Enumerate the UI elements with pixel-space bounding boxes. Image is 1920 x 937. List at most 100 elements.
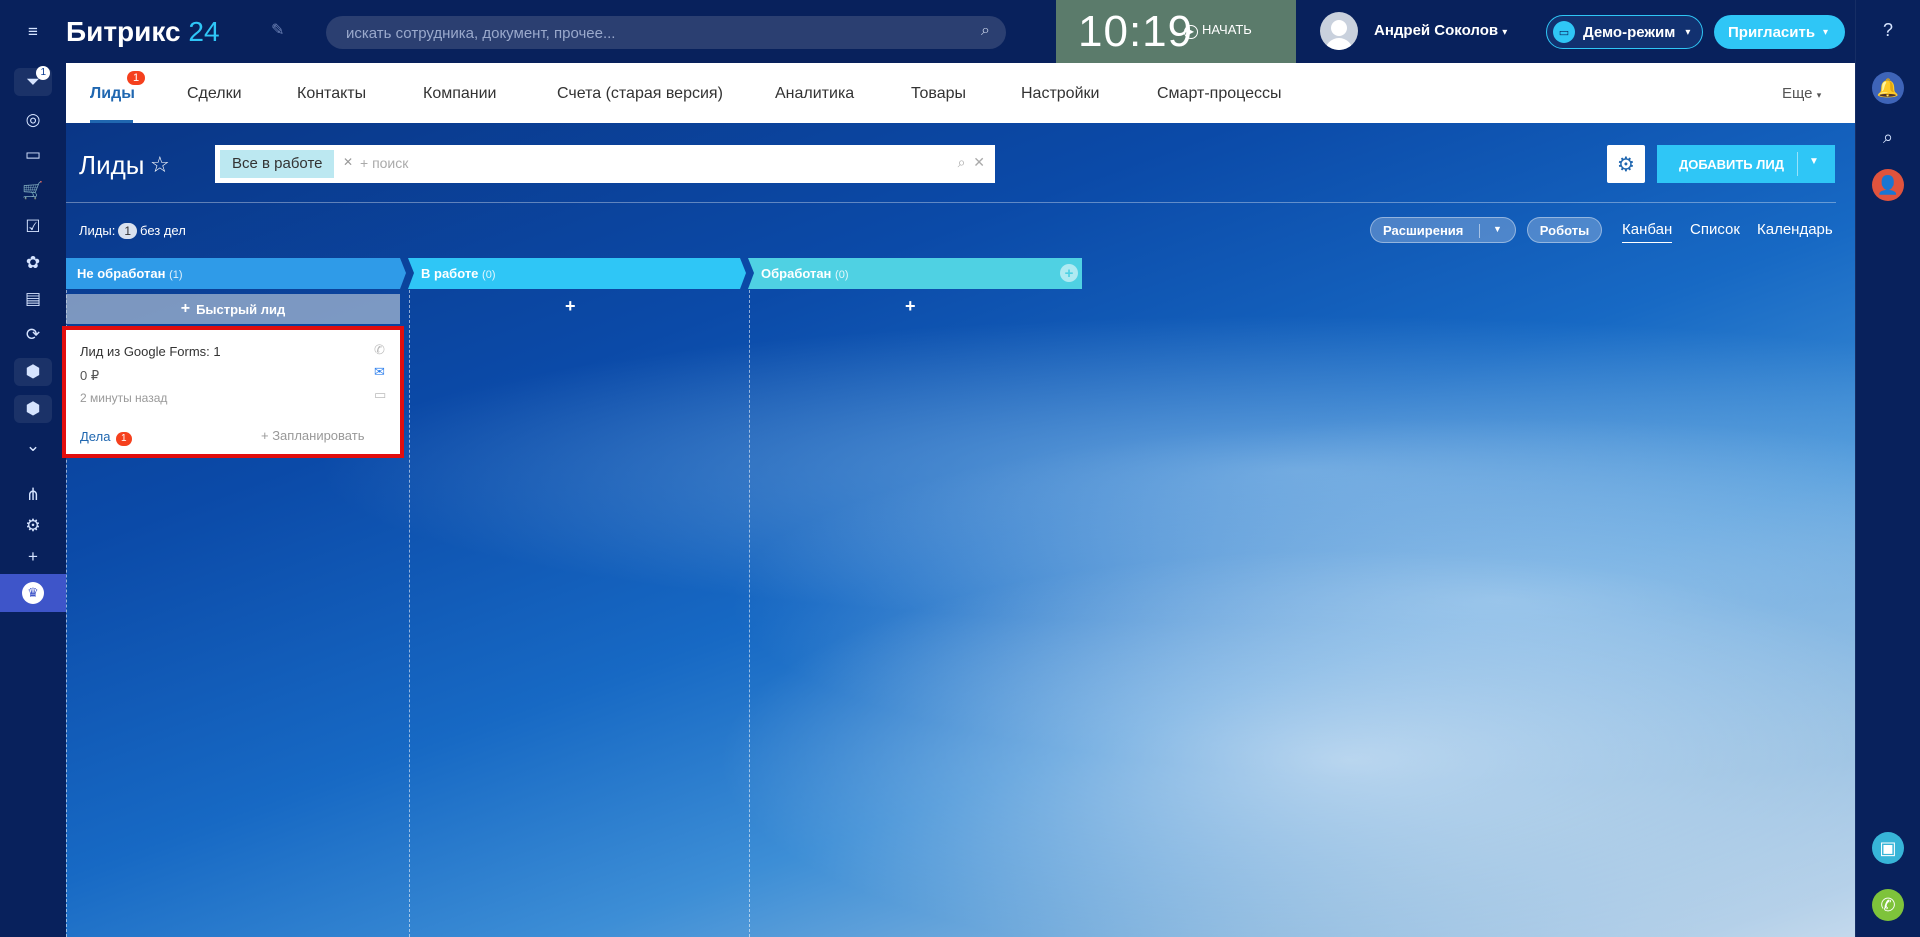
user-icon[interactable]: 👤	[1872, 169, 1904, 201]
extensions-label: Расширения	[1383, 222, 1464, 238]
deals-count-badge: 1	[116, 432, 132, 446]
chevron-down-icon[interactable]: ▼	[1493, 224, 1502, 234]
checkbox-icon[interactable]: ☑	[14, 213, 52, 241]
add-lead-label: ДОБАВИТЬ ЛИД	[1679, 156, 1784, 172]
chevron-down-icon: ▾	[1502, 27, 1508, 38]
add-lead-plus-icon[interactable]: +	[905, 296, 916, 317]
filter-icon[interactable]: ⏷ 1	[14, 66, 52, 96]
column-name: Обработан	[761, 266, 832, 281]
box-icon[interactable]: ⬢	[14, 358, 52, 386]
tab-analytics[interactable]: Аналитика	[775, 85, 854, 103]
close-icon[interactable]: ✕	[343, 155, 353, 169]
menu-icon[interactable]: ≡	[14, 18, 52, 46]
box-icon[interactable]: ⬢	[14, 395, 52, 423]
tab-more-label: Еще	[1782, 85, 1813, 102]
column-divider	[409, 290, 410, 937]
tab-products[interactable]: Товары	[911, 85, 966, 103]
tab-deals[interactable]: Сделки	[187, 85, 242, 103]
tab-badge: 1	[127, 71, 146, 85]
lead-deals[interactable]: Дела 1	[80, 429, 132, 446]
lead-card[interactable]: Лид из Google Forms: 1 0 ₽ 2 минуты наза…	[62, 326, 404, 458]
add-lead-plus-icon[interactable]: +	[565, 296, 576, 317]
column-count: (0)	[835, 269, 849, 281]
quick-lead-button[interactable]: + Быстрый лид	[66, 294, 400, 324]
add-lead-button[interactable]: ДОБАВИТЬ ЛИД ▼	[1657, 145, 1835, 183]
extensions-button[interactable]: Расширения ▼	[1370, 217, 1516, 243]
view-calendar[interactable]: Календарь	[1757, 221, 1833, 238]
invite-button[interactable]: Пригласить ▾	[1714, 15, 1845, 49]
plus-icon[interactable]: +	[14, 543, 52, 571]
view-kanban[interactable]: Канбан	[1622, 221, 1673, 243]
view-list[interactable]: Список	[1690, 221, 1740, 238]
sync-icon[interactable]: ⟳	[14, 321, 52, 349]
phone-icon[interactable]: ✆	[374, 342, 385, 358]
star-icon[interactable]: ☆	[150, 152, 170, 178]
clock-panel[interactable]: 10:19 ▶ НАЧАТЬ	[1056, 0, 1296, 63]
open-lines-icon[interactable]: ▣	[1872, 832, 1904, 864]
invite-label: Пригласить	[1728, 23, 1816, 41]
lead-title[interactable]: Лид из Google Forms: 1	[80, 344, 221, 359]
tab-invoices[interactable]: Счета (старая версия)	[557, 85, 723, 103]
gear-icon[interactable]: ⚙	[14, 512, 52, 540]
leads-summary: Лиды: 1 без дел	[79, 223, 186, 239]
target-icon[interactable]: ◎	[14, 106, 52, 134]
start-day-button[interactable]: ▶ НАЧАТЬ	[1184, 22, 1252, 39]
search-icon[interactable]: ⌕	[981, 22, 990, 40]
calendar-icon[interactable]: ▭	[14, 141, 52, 169]
pencil-icon[interactable]: ✎	[271, 20, 284, 40]
brand-number: 24	[188, 16, 220, 47]
chevron-down-icon: ▾	[1823, 26, 1829, 38]
bell-icon[interactable]: 🔔	[1872, 72, 1904, 104]
demo-label: Демо-режим	[1583, 23, 1676, 41]
search-input[interactable]	[344, 22, 944, 44]
tab-more[interactable]: Еще ▾	[1782, 85, 1821, 102]
search-icon[interactable]: ⌕	[958, 154, 966, 170]
summary-count[interactable]: 1	[118, 223, 138, 239]
robots-button[interactable]: Роботы	[1527, 217, 1602, 243]
column-name: Не обработан	[77, 266, 166, 281]
add-column-icon[interactable]: +	[1060, 264, 1078, 282]
chevron-down-icon[interactable]: ▼	[1809, 156, 1819, 167]
schedule-button[interactable]: + Запланировать	[261, 428, 364, 443]
chevron-down-icon[interactable]: ⌄	[14, 432, 52, 460]
contact-card-icon[interactable]: ▤	[14, 285, 52, 313]
filter-search-input[interactable]: + поиск	[360, 155, 408, 171]
tab-settings[interactable]: Настройки	[1021, 85, 1099, 103]
column-header-processed[interactable]: Обработан (0)	[750, 258, 860, 289]
column-header-new[interactable]: Не обработан (1)	[66, 258, 194, 289]
user-menu[interactable]: Андрей Соколов ▾	[1374, 22, 1507, 39]
tab-leads[interactable]: Лиды	[90, 85, 135, 103]
chevron-down-icon: ▾	[1816, 90, 1822, 100]
tab-smart-processes[interactable]: Смарт-процессы	[1157, 85, 1282, 103]
cart-icon[interactable]: 🛒	[14, 177, 52, 205]
lead-sum: 0 ₽	[80, 368, 100, 383]
settings-button[interactable]: ⚙	[1607, 145, 1645, 183]
left-rail: ≡ ⏷ 1 ◎ ▭ 🛒 ☑ ✿ ▤ ⟳ ⬢ ⬢ ⌄ ⋔ ⚙ + ♛	[0, 0, 66, 937]
gear-icon: ⚙	[1617, 153, 1635, 176]
column-header-in-progress[interactable]: В работе (0)	[410, 258, 507, 289]
brand-logo[interactable]: Битрикс 24	[66, 16, 220, 48]
chat-icon[interactable]: ▭	[374, 387, 386, 403]
filter-tag[interactable]: Все в работе	[220, 150, 335, 178]
summary-label: Лиды:	[79, 223, 116, 238]
phone-icon[interactable]: ✆	[1872, 889, 1904, 921]
chat-icon: ▭	[1553, 21, 1575, 43]
help-icon[interactable]: ?	[1872, 14, 1904, 46]
filter-bar[interactable]: Все в работе ✕ + поиск ⌕ ✕	[215, 145, 995, 183]
network-icon[interactable]: ✿	[14, 249, 52, 277]
mail-icon[interactable]: ✉	[374, 364, 385, 380]
crown-button[interactable]: ♛	[0, 574, 66, 612]
sitemap-icon[interactable]: ⋔	[14, 481, 52, 509]
tab-companies[interactable]: Компании	[423, 85, 497, 103]
demo-mode-button[interactable]: ▭ Демо-режим ▾	[1546, 15, 1703, 49]
column-count: (1)	[169, 269, 183, 281]
crm-tabbar: Лиды 1 Сделки Контакты Компании Счета (с…	[66, 63, 1855, 123]
start-label: НАЧАТЬ	[1202, 22, 1252, 37]
column-divider	[749, 290, 750, 937]
tab-contacts[interactable]: Контакты	[297, 85, 366, 103]
right-rail: ? 🔔 ⌕ 👤 ▣ ✆	[1855, 0, 1920, 937]
close-icon[interactable]: ✕	[973, 154, 985, 170]
page-title: Лиды	[79, 150, 145, 180]
search-icon[interactable]: ⌕	[1872, 121, 1904, 153]
avatar[interactable]	[1320, 12, 1358, 50]
